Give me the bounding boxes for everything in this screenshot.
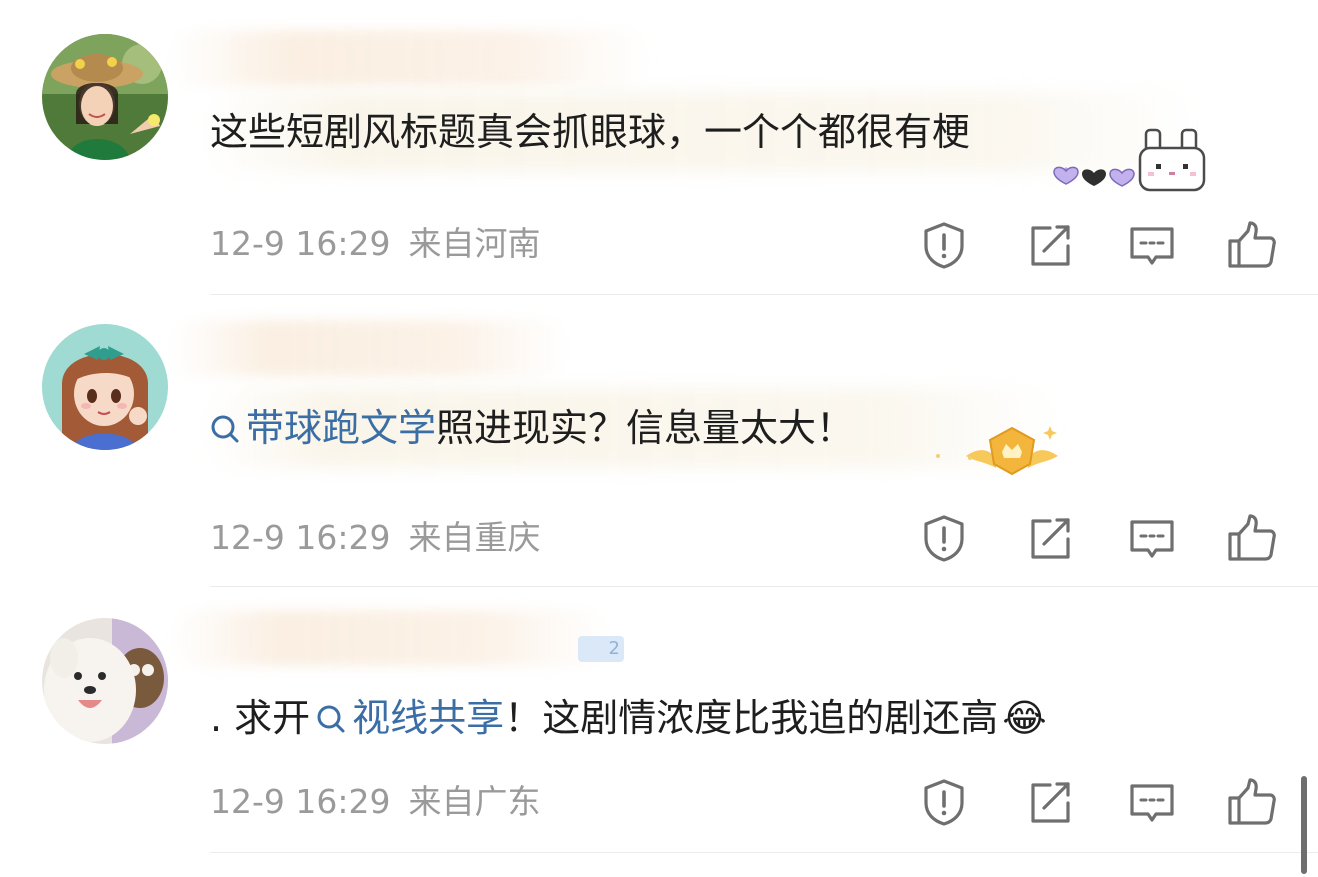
comment-meta: 12-9 16:29 来自重庆 — [210, 518, 541, 558]
comment-divider — [210, 294, 1318, 295]
comment-text: 这些短剧风标题真会抓眼球，一个个都很有梗 — [210, 110, 971, 154]
comment-time: 12-9 16:29 — [210, 782, 391, 821]
comment-location: 来自河南 — [408, 224, 541, 263]
blurred-username — [170, 30, 650, 86]
report-shield-icon[interactable] — [918, 512, 970, 564]
search-icon — [210, 414, 240, 444]
search-icon — [316, 704, 346, 734]
comment-item: 这些短剧风标题真会抓眼球，一个个都很有梗 12-9 16:29 来自河南 — [0, 0, 1318, 296]
report-shield-icon[interactable] — [918, 776, 970, 828]
comment-time: 12-9 16:29 — [210, 224, 391, 263]
comment-meta: 12-9 16:29 来自广东 — [210, 782, 541, 822]
reply-icon[interactable] — [1126, 512, 1178, 564]
comment-text: 带球跑文学照进现实？信息量太大！ — [210, 400, 854, 456]
reply-icon[interactable] — [1126, 219, 1178, 271]
comment-item: 2 . 求开 视线共享！这剧情浓度比我追的剧还高 😂 12-9 16:29 来自广东 — [0, 588, 1318, 877]
like-thumb-icon[interactable] — [1226, 219, 1278, 271]
reply-icon[interactable] — [1126, 776, 1178, 828]
comment-meta: 12-9 16:29 来自河南 — [210, 224, 541, 264]
comment-item: 带球跑文学照进现实？信息量太大！ 12-9 16:29 来自重庆 — [0, 296, 1318, 588]
comment-actions — [918, 776, 1278, 828]
topic-link[interactable]: 带球跑文学 — [210, 406, 436, 450]
level-badge: 2 — [578, 636, 624, 662]
blurred-username — [170, 610, 610, 666]
white-dog-avatar[interactable] — [42, 618, 168, 744]
pixel-bunny-hearts-badge — [1052, 124, 1216, 196]
anime-girl-avatar[interactable] — [42, 324, 168, 450]
comment-divider — [210, 852, 1318, 853]
comment-divider — [210, 586, 1318, 587]
pixel-bunny-icon — [1138, 128, 1206, 192]
gold-crown-wings-badge — [930, 416, 1064, 480]
comment-location: 来自重庆 — [408, 518, 541, 557]
comment-actions — [918, 512, 1278, 564]
share-icon[interactable] — [1024, 219, 1076, 271]
blurred-username — [170, 320, 570, 376]
scrollbar[interactable] — [1301, 776, 1307, 874]
share-icon[interactable] — [1024, 512, 1076, 564]
laughing-emoji: 😂 — [1002, 696, 1047, 740]
comment-text: . 求开 视线共享！这剧情浓度比我追的剧还高 😂 — [210, 696, 1047, 740]
topic-link[interactable]: 视线共享 — [316, 696, 504, 740]
comment-actions — [918, 219, 1278, 271]
hearts-icon — [1053, 166, 1135, 187]
woman-straw-hat-avatar[interactable] — [42, 34, 168, 160]
report-shield-icon[interactable] — [918, 219, 970, 271]
comment-location: 来自广东 — [408, 782, 541, 821]
share-icon[interactable] — [1024, 776, 1076, 828]
like-thumb-icon[interactable] — [1226, 776, 1278, 828]
comment-time: 12-9 16:29 — [210, 518, 391, 557]
like-thumb-icon[interactable] — [1226, 512, 1278, 564]
